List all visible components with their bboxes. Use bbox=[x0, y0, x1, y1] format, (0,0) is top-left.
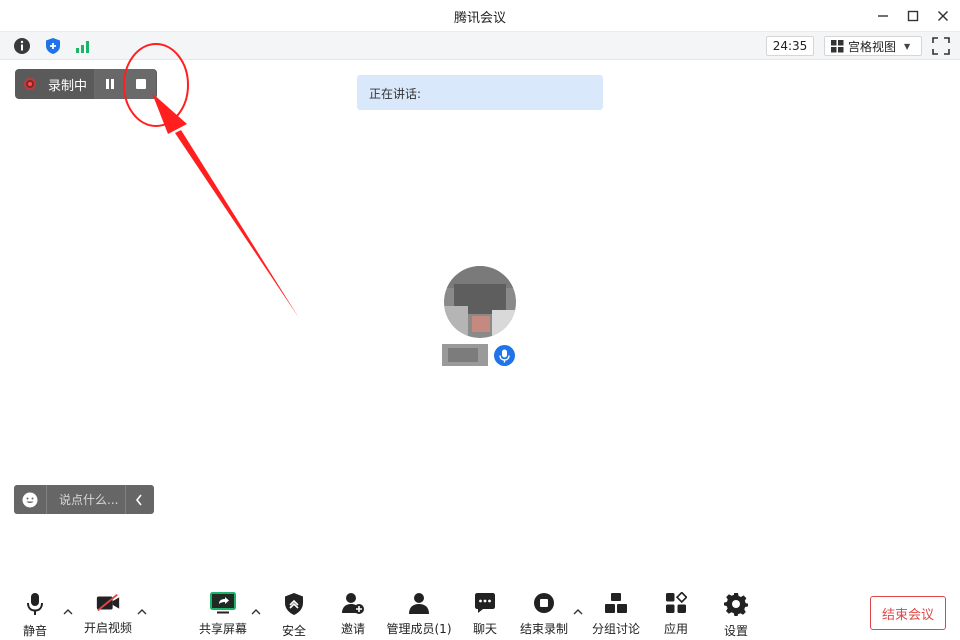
chat-label: 聊天 bbox=[472, 622, 497, 636]
info-icon bbox=[14, 38, 30, 54]
chat-icon bbox=[475, 593, 495, 613]
stop-icon bbox=[136, 79, 146, 89]
share-options-button[interactable] bbox=[250, 606, 262, 618]
annotation-arrow-shaft bbox=[175, 130, 299, 318]
invite-label: 邀请 bbox=[340, 622, 365, 636]
pause-recording-button[interactable] bbox=[95, 69, 125, 99]
apps-button[interactable]: 应用 bbox=[662, 592, 690, 636]
recording-dot-icon bbox=[24, 78, 36, 90]
speaking-indicator: 正在讲话: bbox=[357, 75, 603, 110]
signal-icon bbox=[76, 41, 89, 53]
chevron-up-icon bbox=[137, 609, 147, 615]
recording-options-button[interactable] bbox=[572, 606, 584, 618]
video-options-button[interactable] bbox=[136, 606, 148, 618]
video-off-icon bbox=[96, 593, 120, 611]
stop-recording-button[interactable] bbox=[126, 69, 156, 99]
apps-label: 应用 bbox=[663, 622, 688, 636]
breakout-rooms-button[interactable]: 分组讨论 bbox=[592, 592, 640, 636]
title-bar: 腾讯会议 bbox=[0, 0, 960, 32]
maximize-button[interactable] bbox=[902, 6, 924, 26]
fullscreen-icon bbox=[932, 37, 950, 55]
annotation-arrow-head bbox=[152, 93, 187, 134]
microphone-icon bbox=[27, 593, 43, 615]
minimize-button[interactable] bbox=[872, 6, 894, 26]
shield-icon bbox=[46, 38, 60, 54]
emoji-button[interactable] bbox=[14, 492, 46, 508]
window-title: 腾讯会议 bbox=[453, 11, 506, 26]
chat-button[interactable]: 聊天 bbox=[470, 592, 500, 636]
audio-options-button[interactable] bbox=[62, 606, 74, 618]
breakout-rooms-label: 分组讨论 bbox=[592, 622, 641, 636]
network-button[interactable] bbox=[74, 37, 92, 55]
start-video-label: 开启视频 bbox=[83, 621, 132, 635]
mic-active-icon bbox=[494, 345, 515, 366]
status-bar: 24:35 宫格视图 ▼ bbox=[0, 32, 960, 60]
security-button[interactable]: 安全 bbox=[280, 592, 308, 638]
emoji-icon bbox=[22, 492, 38, 507]
chevron-up-icon bbox=[573, 609, 583, 615]
start-video-button[interactable]: 开启视频 bbox=[82, 592, 134, 636]
chat-input[interactable]: 说点什么... bbox=[59, 491, 125, 508]
view-mode-dropdown[interactable]: 宫格视图 ▼ bbox=[824, 36, 922, 56]
close-icon bbox=[938, 11, 948, 21]
mute-label: 静音 bbox=[22, 624, 47, 638]
manage-members-label: 管理成员(1) bbox=[386, 622, 452, 636]
end-recording-label: 结束录制 bbox=[520, 622, 569, 636]
breakout-icon bbox=[605, 593, 627, 613]
invite-button[interactable]: 邀请 bbox=[338, 592, 368, 636]
end-meeting-button[interactable]: 结束会议 bbox=[870, 596, 946, 630]
settings-button[interactable]: 设置 bbox=[722, 592, 750, 638]
pause-icon bbox=[106, 79, 114, 89]
manage-members-button[interactable]: 管理成员(1) bbox=[386, 592, 452, 636]
settings-label: 设置 bbox=[723, 624, 748, 638]
divider bbox=[46, 485, 47, 514]
participant-avatar bbox=[444, 266, 516, 338]
info-button[interactable] bbox=[13, 37, 31, 55]
fullscreen-button[interactable] bbox=[932, 37, 950, 55]
bottom-toolbar: 静音 开启视频 共享屏幕 安全 邀请 管理成员(1) 聊天 结束录制 分组讨论 … bbox=[0, 580, 960, 640]
members-icon bbox=[409, 593, 429, 614]
share-screen-icon bbox=[210, 592, 236, 614]
add-user-icon bbox=[342, 593, 364, 614]
gear-icon bbox=[724, 593, 748, 616]
recording-control: 录制中 bbox=[15, 69, 157, 99]
security-label: 安全 bbox=[281, 624, 306, 638]
recording-status-label: 录制中 bbox=[48, 78, 88, 94]
share-screen-label: 共享屏幕 bbox=[198, 622, 247, 636]
participant-name bbox=[442, 344, 488, 366]
view-mode-label: 宫格视图 bbox=[848, 39, 897, 54]
collapse-chat-button[interactable] bbox=[126, 485, 152, 514]
shield-icon bbox=[285, 593, 303, 615]
chevron-up-icon bbox=[63, 609, 73, 615]
quick-chat-bar: 说点什么... bbox=[14, 485, 154, 514]
chevron-left-icon bbox=[135, 494, 142, 505]
mute-button[interactable]: 静音 bbox=[20, 592, 50, 638]
meeting-timer: 24:35 bbox=[766, 36, 814, 56]
security-status-button[interactable] bbox=[44, 37, 62, 55]
grid-icon bbox=[831, 39, 844, 52]
end-recording-button[interactable]: 结束录制 bbox=[520, 592, 568, 636]
close-button[interactable] bbox=[932, 6, 954, 26]
caret-down-icon: ▼ bbox=[904, 41, 911, 51]
share-screen-button[interactable]: 共享屏幕 bbox=[198, 592, 248, 636]
stop-record-icon bbox=[534, 593, 554, 613]
maximize-icon bbox=[907, 10, 919, 22]
minimize-icon bbox=[878, 15, 888, 17]
chevron-up-icon bbox=[251, 609, 261, 615]
apps-icon bbox=[666, 592, 687, 613]
